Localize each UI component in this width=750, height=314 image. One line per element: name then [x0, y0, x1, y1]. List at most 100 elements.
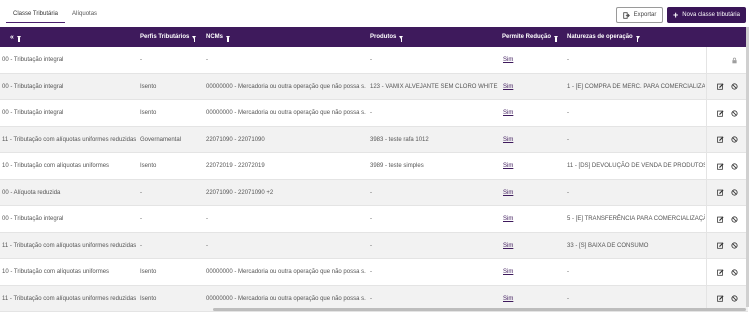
horizontal-scrollbar[interactable] [213, 308, 746, 311]
cell-produtos: - [370, 57, 372, 63]
edit-icon[interactable] [717, 162, 724, 170]
classe-table: « Perfis Tributários NCMs Produtos Permi… [0, 27, 748, 312]
disable-icon[interactable] [731, 215, 738, 223]
table-row[interactable]: 11 - Tributação com alíquotas uniformes … [0, 232, 748, 259]
table-row[interactable]: 00 - Alíquota reduzida - 22071090 - 220710… [0, 179, 748, 206]
cell-permite-reducao: Sim [503, 127, 543, 153]
permite-reducao-link[interactable]: Sim [503, 57, 513, 63]
cell-ncms: - [206, 216, 208, 222]
cell-produtos: - [370, 269, 372, 275]
cell-classe: 11 - Tributação com alíquotas uniformes … [2, 295, 136, 302]
cell-classe: 10 - Tributação com alíquotas uniformes [2, 269, 110, 275]
export-button[interactable]: Exportar [616, 7, 663, 23]
cell-naturezas: 1 - [E] COMPRA DE MERC. PARA COMERCIALIZ… [567, 83, 705, 90]
disable-icon[interactable] [731, 162, 738, 170]
cell-classe: 00 - Tributação integral [2, 110, 64, 116]
disable-icon[interactable] [731, 109, 738, 117]
disable-icon[interactable] [731, 242, 738, 249]
header-naturezas[interactable]: Naturezas de operação [567, 27, 640, 47]
table-row[interactable]: 00 - Tributação integral Isento 00000000 -… [0, 100, 748, 127]
permite-reducao-link[interactable]: Sim [503, 216, 513, 222]
cell-permite-reducao: Sim [503, 233, 543, 259]
cell-produtos: - [370, 189, 372, 196]
cell-naturezas: - [567, 136, 569, 143]
disable-icon[interactable] [731, 189, 738, 196]
filter-icon[interactable] [399, 35, 404, 42]
row-actions [706, 100, 748, 126]
edit-icon[interactable] [717, 268, 724, 276]
edit-icon[interactable] [717, 295, 724, 302]
permite-reducao-link[interactable]: Sim [503, 84, 513, 90]
cell-produtos: 3983 - teste rafa 1012 [370, 136, 429, 143]
table-row[interactable]: 10 - Tributação com alíquotas uniformes I… [0, 259, 748, 286]
table-row[interactable]: 00 - Tributação integral - - - Sim 5 - [E] TR… [0, 206, 748, 233]
tab-classe-tributaria[interactable]: Classe Tributária [6, 8, 66, 23]
cell-permite-reducao: Sim [503, 153, 543, 179]
cell-classe: 10 - Tributação com alíquotas uniformes [2, 163, 110, 169]
vertical-scrollbar[interactable] [746, 27, 749, 307]
cell-classe: 00 - Tributação integral [2, 57, 64, 63]
edit-icon[interactable] [717, 189, 724, 196]
cell-produtos: - [370, 242, 372, 249]
permite-reducao-link[interactable]: Sim [503, 296, 513, 302]
cell-ncms: 22071090 - 22071090 [206, 136, 265, 143]
double-chevron-left-icon: « [10, 33, 14, 41]
cell-naturezas: 11 - [DS] DEVOLUÇÃO DE VENDA DE PRODUTOS [567, 163, 705, 169]
cell-produtos: 123 - VAMIX ALVEJANTE SEM CLORO WHITE 5L [370, 83, 498, 90]
cell-perfis: Isento [140, 110, 157, 116]
plus-icon: + [673, 9, 679, 20]
table-row[interactable]: 00 - Tributação integral - - - Sim - [0, 47, 748, 74]
disable-icon[interactable] [731, 268, 738, 276]
permite-reducao-link[interactable]: Sim [503, 269, 513, 275]
cell-ncms: - [206, 242, 208, 249]
table-row[interactable]: 00 - Tributação integral Isento 00000000 -… [0, 73, 748, 100]
permite-reducao-link[interactable]: Sim [503, 137, 513, 143]
new-classe-button[interactable]: + Nova classe tributária [667, 7, 746, 23]
cell-permite-reducao: Sim [503, 100, 543, 126]
disable-icon[interactable] [731, 136, 738, 143]
table-row[interactable]: 10 - Tributação com alíquotas uniformes I… [0, 153, 748, 180]
header-ncms[interactable]: NCMs [206, 27, 231, 47]
edit-icon[interactable] [717, 83, 724, 90]
edit-icon[interactable] [717, 215, 724, 223]
export-icon [622, 11, 630, 19]
row-actions [706, 206, 748, 232]
row-actions [706, 153, 748, 179]
cell-perfis: - [140, 189, 142, 196]
cell-classe: 11 - Tributação com alíquotas uniformes … [2, 136, 136, 143]
filter-icon[interactable] [192, 35, 197, 42]
row-actions [706, 47, 748, 73]
edit-icon[interactable] [717, 242, 724, 249]
header-perfis[interactable]: Perfis Tributários [140, 27, 197, 47]
edit-icon[interactable] [717, 136, 724, 143]
filter-icon[interactable] [226, 35, 231, 42]
row-actions [706, 179, 748, 206]
permite-reducao-link[interactable]: Sim [503, 190, 513, 196]
cell-perfis: - [140, 216, 142, 222]
disable-icon[interactable] [731, 295, 738, 302]
header-produtos[interactable]: Produtos [370, 27, 404, 47]
collapse-filter-toggle[interactable]: « [10, 27, 21, 47]
edit-icon[interactable] [717, 109, 724, 117]
disable-icon[interactable] [731, 83, 738, 90]
cell-naturezas: - [567, 57, 569, 63]
cell-ncms: - [206, 57, 208, 63]
cell-permite-reducao: Sim [503, 259, 543, 285]
permite-reducao-link[interactable]: Sim [503, 110, 513, 116]
cell-perfis: Governamental [140, 136, 182, 143]
permite-reducao-link[interactable]: Sim [503, 243, 513, 249]
header-permite-reducao[interactable]: Permite Redução [502, 27, 559, 47]
permite-reducao-link[interactable]: Sim [503, 163, 513, 169]
export-label: Exportar [633, 12, 657, 18]
filter-icon[interactable] [635, 35, 640, 42]
cell-classe: 00 - Tributação integral [2, 216, 64, 222]
table-row[interactable]: 11 - Tributação com alíquotas uniformes … [0, 126, 748, 153]
cell-permite-reducao: Sim [503, 206, 543, 232]
cell-perfis: Isento [140, 295, 157, 302]
cell-permite-reducao: Sim [503, 180, 543, 206]
cell-ncms: 00000000 - Mercadoria ou outra operação … [206, 110, 366, 116]
tab-aliquotas[interactable]: Alíquotas [65, 8, 104, 23]
lock-icon [731, 57, 738, 64]
filter-icon[interactable] [554, 35, 559, 42]
cell-permite-reducao: Sim [503, 74, 543, 100]
